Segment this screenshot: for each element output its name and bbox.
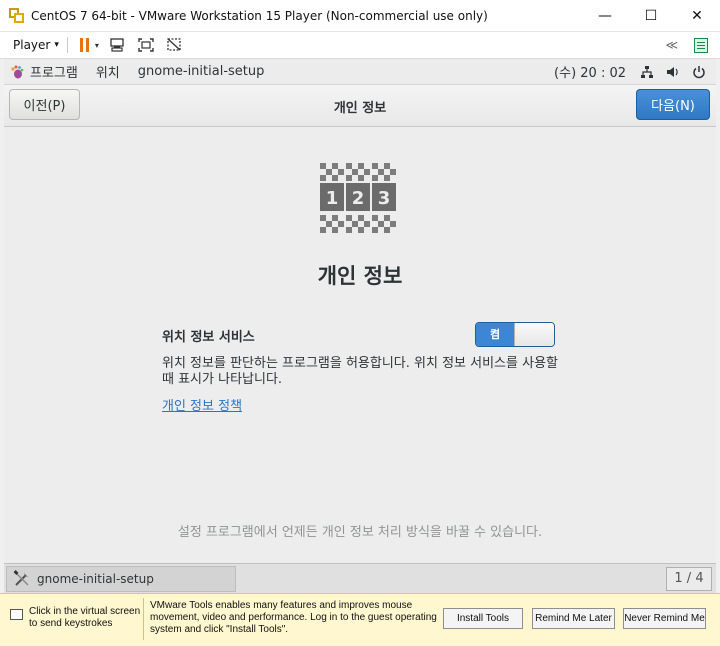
taskbar-item-label: gnome-initial-setup [37,572,154,586]
page-heading: 개인 정보 [317,264,403,288]
vmware-toolbar: Player ▾ ▾ ≪ [0,32,720,59]
volume-icon [667,66,678,77]
tools-message: VMware Tools enables many features and i… [150,600,437,635]
tools-bar-divider [143,598,144,640]
icon-digit-3: 3 [378,188,391,209]
gnome-bottom-bar: gnome-initial-setup 1 / 4 [4,563,716,593]
remind-me-later-button[interactable]: Remind Me Later [532,608,615,629]
toolbar-divider [66,37,68,53]
network-icon [641,65,653,78]
workspace-indicator[interactable]: 1 / 4 [666,567,712,591]
taskbar-item-gnome-initial-setup[interactable]: gnome-initial-setup [6,566,236,592]
gnome-foot-icon [10,65,24,79]
icon-digit-1: 1 [326,188,339,209]
header-title: 개인 정보 [333,101,387,116]
collapse-toolbar-icon[interactable]: ≪ [665,38,677,52]
click-hint-text: Click in the virtual screen to send keys… [29,606,141,629]
network-devices-icon[interactable] [109,37,127,53]
privacy-page: 1 2 3 개인 정보 위치 정보 서비스 켬 위치 정보를 판단하는 프로그램… [4,127,716,563]
system-menu[interactable] [640,65,706,79]
chevron-down-icon: ▾ [54,40,59,50]
player-menu-label: Player [13,38,51,52]
switch-on-label: 켬 [476,323,514,346]
fullscreen-icon[interactable] [137,37,155,53]
power-icon [693,65,705,78]
gnome-top-bar: 프로그램 위치 gnome-initial-setup (수) 20 : 02 [4,59,716,85]
click-hint: Click in the virtual screen to send keys… [10,606,141,630]
minimize-button[interactable]: — [582,0,628,32]
clock[interactable]: (수) 20 : 02 [554,62,626,81]
close-button[interactable]: ✕ [674,0,720,32]
privacy-settings-note: 설정 프로그램에서 언제든 개인 정보 처리 방식을 바꿀 수 있습니다. [177,525,543,540]
vmware-tools-bar: Click in the virtual screen to send keys… [0,593,720,646]
never-remind-me-button[interactable]: Never Remind Me [623,608,706,629]
places-menu[interactable]: 위치 [96,62,120,81]
location-services-switch[interactable]: 켬 [475,322,555,347]
pause-icon[interactable] [79,38,89,52]
maximize-button[interactable]: ☐ [628,0,674,32]
applications-menu[interactable]: 프로그램 [30,62,78,81]
notes-icon[interactable] [694,37,708,53]
next-button[interactable]: 다음(N) [636,89,710,120]
pause-dropdown-icon[interactable]: ▾ [95,41,99,50]
window-titlebar: CentOS 7 64-bit - VMware Workstation 15 … [0,0,720,32]
window-controls: — ☐ ✕ [582,0,720,32]
privacy-policy-link[interactable]: 개인 정보 정책 [162,395,242,414]
switch-knob[interactable] [514,323,554,346]
install-tools-button[interactable]: Install Tools [443,608,523,629]
unity-icon[interactable] [165,37,183,53]
setup-header-bar: 이전(P) 개인 정보 다음(N) [4,85,716,127]
keyboard-icon [10,609,23,620]
location-services-label: 위치 정보 서비스 [162,330,255,345]
privacy-icon: 1 2 3 [320,163,396,233]
vmware-app-icon [9,7,25,24]
icon-digit-2: 2 [352,188,365,209]
tools-icon [13,570,31,588]
player-menu-button[interactable]: Player ▾ [13,38,59,52]
app-menu[interactable]: gnome-initial-setup [138,64,265,79]
location-services-description: 위치 정보를 판단하는 프로그램을 허용합니다. 위치 정보 서비스를 사용할 … [162,356,558,387]
window-title: CentOS 7 64-bit - VMware Workstation 15 … [31,8,488,23]
